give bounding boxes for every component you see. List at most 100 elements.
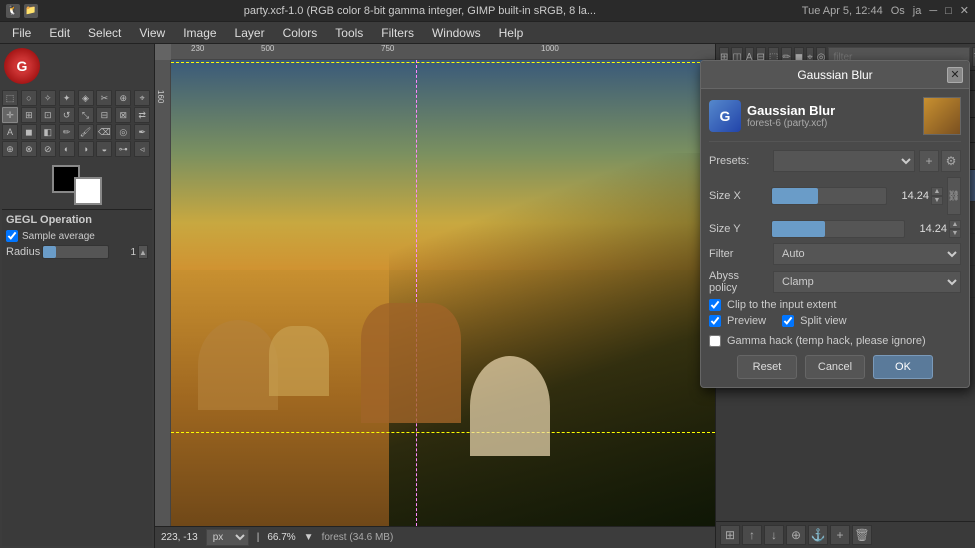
tool-crop[interactable]: ⊡ [40, 107, 56, 123]
menu-edit[interactable]: Edit [41, 24, 78, 42]
plugin-icon: G [709, 100, 741, 132]
radius-up[interactable]: ▲ [138, 245, 148, 259]
tool-clone[interactable]: ⊕ [2, 141, 18, 157]
gamma-hack-checkbox[interactable] [709, 335, 721, 347]
size-y-slider[interactable] [771, 220, 905, 238]
new-layer-btn[interactable]: + [830, 525, 850, 545]
tool-blend[interactable]: ◧ [40, 124, 56, 140]
filter-select[interactable]: Auto IIR RLE [773, 243, 961, 265]
delete-layer-btn[interactable]: 🗑 [852, 525, 872, 545]
menu-select[interactable]: Select [80, 24, 129, 42]
window-controls[interactable]: 🐧 📁 [6, 4, 38, 18]
plugin-name: Gaussian Blur [747, 103, 917, 118]
menu-image[interactable]: Image [175, 24, 224, 42]
size-x-down[interactable]: ▼ [931, 196, 943, 205]
tool-flip[interactable]: ⇄ [134, 107, 150, 123]
app-icon: 🐧 [6, 4, 20, 18]
close-btn[interactable]: ✕ [960, 4, 969, 17]
tool-scissors[interactable]: ✂ [96, 90, 112, 106]
tool-move[interactable]: ✛ [2, 107, 18, 123]
tool-pencil[interactable]: ✏ [59, 124, 75, 140]
tool-eraser[interactable]: ⌫ [96, 124, 112, 140]
radius-label: Radius [6, 246, 40, 258]
add-preset-btn[interactable]: + [919, 150, 939, 172]
tool-foreground-select[interactable]: ⊕ [115, 90, 131, 106]
tool-paths[interactable]: ⌖ [134, 90, 150, 106]
menu-help[interactable]: Help [491, 24, 532, 42]
background-color[interactable] [74, 177, 102, 205]
canvas-area[interactable]: 230 500 750 1000 160 [155, 44, 715, 548]
layers-bottom: ⊞ ↑ ↓ ⊕ ⚓ + 🗑 [716, 521, 975, 548]
tool-heal[interactable]: ⊗ [21, 141, 37, 157]
ruler-mark-230: 230 [191, 44, 204, 53]
tool-rotate[interactable]: ↺ [59, 107, 75, 123]
new-layer-group-btn[interactable]: ⊞ [720, 525, 740, 545]
anchor-layer-btn[interactable]: ⚓ [808, 525, 828, 545]
tool-text[interactable]: A [2, 124, 18, 140]
tool-shear[interactable]: ⊟ [96, 107, 112, 123]
menu-windows[interactable]: Windows [424, 24, 489, 42]
unit-select[interactable]: px in mm [206, 529, 249, 546]
dialog-titlebar: Gaussian Blur ✕ [701, 61, 969, 89]
tool-ellipse-select[interactable]: ○ [21, 90, 37, 106]
maximize-btn[interactable]: □ [945, 5, 952, 17]
guide-vertical [416, 60, 417, 526]
size-y-arrows[interactable]: ▲ ▼ [949, 220, 961, 238]
tool-color-picker[interactable]: ◃ [134, 141, 150, 157]
clip-input-checkbox[interactable] [709, 299, 721, 311]
menu-tools[interactable]: Tools [327, 24, 371, 42]
tool-rect-select[interactable]: ⬚ [2, 90, 18, 106]
menu-layer[interactable]: Layer [227, 24, 273, 42]
abyss-select[interactable]: Clamp None Loop Black White [773, 271, 961, 293]
canvas-content[interactable] [171, 60, 715, 526]
menu-filters[interactable]: Filters [373, 24, 422, 42]
tool-smudge[interactable]: ◒ [96, 141, 112, 157]
tool-select-by-color[interactable]: ◈ [78, 90, 94, 106]
sample-average-checkbox[interactable] [6, 230, 18, 242]
menu-view[interactable]: View [131, 24, 173, 42]
toolbox-top: G [2, 46, 152, 86]
minimize-btn[interactable]: ─ [929, 5, 937, 17]
raise-layer-btn[interactable]: ↑ [742, 525, 762, 545]
clip-input-row: Clip to the input extent [709, 299, 961, 311]
radius-slider[interactable] [42, 245, 109, 259]
chain-link[interactable]: ⛓ [947, 177, 961, 215]
split-view-checkbox[interactable] [782, 315, 794, 327]
ok-button[interactable]: OK [873, 355, 933, 379]
tool-paintbrush[interactable]: 🖌 [78, 124, 94, 140]
tool-blur[interactable]: ◐ [59, 141, 75, 157]
menu-colors[interactable]: Colors [275, 24, 326, 42]
tool-airbrush[interactable]: ◎ [115, 124, 131, 140]
presets-select[interactable] [773, 150, 915, 172]
manage-presets-btn[interactable]: ⚙ [941, 150, 961, 172]
tool-bucket-fill[interactable]: ◼ [21, 124, 37, 140]
tool-free-select[interactable]: ✧ [40, 90, 56, 106]
split-view-row: Split view [782, 315, 846, 327]
size-y-up[interactable]: ▲ [949, 220, 961, 229]
size-x-up[interactable]: ▲ [931, 187, 943, 196]
size-x-slider[interactable] [771, 187, 887, 205]
dialog-close-btn[interactable]: ✕ [947, 67, 963, 83]
tool-dodge-burn[interactable]: ◑ [78, 141, 94, 157]
tool-align[interactable]: ⊞ [21, 107, 37, 123]
lower-layer-btn[interactable]: ↓ [764, 525, 784, 545]
tool-scale[interactable]: ⤡ [78, 107, 94, 123]
tool-ink[interactable]: ✒ [134, 124, 150, 140]
size-x-arrows[interactable]: ▲ ▼ [931, 187, 943, 205]
reset-button[interactable]: Reset [737, 355, 797, 379]
scene-character-3 [361, 303, 461, 423]
size-y-down[interactable]: ▼ [949, 229, 961, 238]
tool-measure[interactable]: ⊶ [115, 141, 131, 157]
tool-perspective[interactable]: ⊠ [115, 107, 131, 123]
tool-perspective-clone[interactable]: ⊘ [40, 141, 56, 157]
zoom-dropdown[interactable]: ▼ [304, 532, 314, 543]
tool-fuzzy-select[interactable]: ✦ [59, 90, 75, 106]
status-info: forest (34.6 MB) [322, 532, 709, 543]
duplicate-layer-btn[interactable]: ⊕ [786, 525, 806, 545]
fg-bg-colors[interactable] [52, 165, 102, 205]
preview-checkbox[interactable] [709, 315, 721, 327]
guide-horizontal-bottom [171, 432, 715, 433]
size-y-row: Size Y 14.24 ▲ ▼ [709, 220, 961, 238]
menu-file[interactable]: File [4, 24, 39, 42]
cancel-button[interactable]: Cancel [805, 355, 865, 379]
